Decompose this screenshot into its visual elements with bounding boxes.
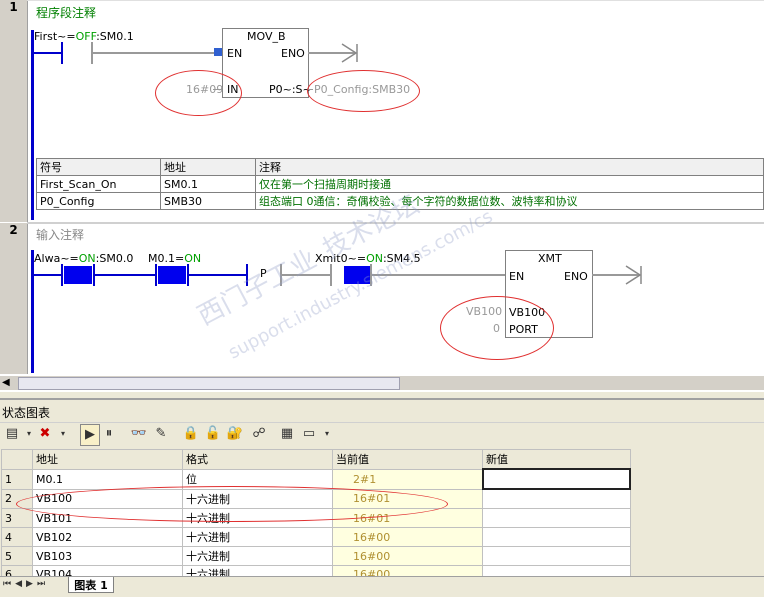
current-value-cell: 16#00	[332, 527, 483, 547]
wire-n1-b	[93, 52, 215, 54]
sheet-tab-bar	[0, 576, 764, 597]
trend-view-icon[interactable]: ▦	[278, 424, 296, 444]
ladder-hscrollbar[interactable]: ◀	[0, 376, 764, 390]
contact-m01-left[interactable]	[155, 264, 157, 286]
scroll-left-icon[interactable]: ◀	[2, 377, 10, 388]
chart-status-icon[interactable]: ▶	[80, 424, 100, 446]
network-2-number-label: 2	[9, 223, 18, 237]
power-rail-2	[31, 250, 34, 373]
header-address[interactable]: 地址	[32, 449, 183, 470]
xmt-title: XMT	[538, 252, 562, 265]
contact-always-on-left[interactable]	[61, 264, 63, 286]
contact-m01[interactable]	[158, 266, 186, 284]
row-number[interactable]: 5	[1, 546, 33, 566]
current-value-cell: 16#00	[332, 546, 483, 566]
row-number[interactable]: 3	[1, 508, 33, 528]
highlight-oval-xmt	[440, 296, 554, 360]
contact-first-scan-label: First~=OFF:SM0.1	[34, 30, 134, 43]
wire-n1-a	[33, 52, 61, 54]
symbol-table-header: 符号 地址 注释	[36, 158, 764, 176]
contact-always-on[interactable]	[64, 266, 92, 284]
highlight-oval-vb	[16, 486, 448, 522]
write-pencil-icon[interactable]: ✎	[152, 424, 170, 444]
symbol-header-comment: 注释	[255, 158, 764, 176]
network-number-2[interactable]: 2	[0, 223, 28, 374]
mov-b-title: MOV_B	[247, 30, 286, 43]
symbol-header-symbol: 符号	[36, 158, 161, 176]
table-row[interactable]: 5 VB103 十六进制 16#00	[1, 546, 631, 566]
unforce-icon[interactable]: 🔓	[204, 424, 222, 444]
tooltip-dropdown-icon[interactable]: ▾	[318, 424, 336, 444]
mov-b-en: EN	[227, 47, 243, 60]
panel-splitter[interactable]	[0, 398, 764, 400]
eno-arrow-icon-1	[341, 43, 358, 63]
symbol-header-address: 地址	[160, 158, 256, 176]
table-row[interactable]: 4 VB102 十六进制 16#00	[1, 527, 631, 547]
highlight-oval-out	[307, 70, 420, 112]
comment-cell: 仅在第一个扫描周期时接通	[255, 175, 764, 193]
new-value-cell[interactable]	[481, 468, 631, 490]
wire-n2-b	[95, 274, 155, 276]
format-cell[interactable]: 十六进制	[182, 527, 333, 547]
network-1-title[interactable]: 程序段注释	[36, 4, 96, 21]
header-rownum	[1, 449, 33, 470]
pause-trend-icon[interactable]: ⏸	[100, 424, 118, 444]
new-value-cell[interactable]	[482, 546, 631, 566]
new-value-cell[interactable]	[482, 508, 631, 528]
row-number[interactable]: 1	[1, 468, 33, 490]
read-forced-icon[interactable]: ☍	[250, 424, 268, 444]
address-cell[interactable]: VB102	[32, 527, 183, 547]
eno-arrow-icon-2	[625, 265, 642, 285]
network-1-number-label: 1	[9, 0, 18, 14]
new-value-cell[interactable]	[482, 488, 631, 509]
wire-n2-a	[33, 274, 61, 276]
tab-nav-arrows-icon[interactable]: ⏮◀▶⏭	[3, 579, 49, 589]
network-2-title[interactable]: 输入注释	[36, 226, 84, 243]
status-table-header: 地址 格式 当前值 新值	[1, 449, 631, 470]
header-new-value[interactable]: 新值	[482, 449, 631, 470]
network-1-top-border	[27, 0, 764, 1]
header-current-value[interactable]: 当前值	[332, 449, 483, 470]
row-number[interactable]: 4	[1, 527, 33, 547]
network-number-1[interactable]: 1	[0, 0, 28, 222]
address-cell: SMB30	[160, 192, 256, 210]
address-cell[interactable]: VB103	[32, 546, 183, 566]
delete-icon[interactable]: ✖	[36, 424, 54, 444]
symbol-cell: First_Scan_On	[36, 175, 161, 193]
ladder-editor: 1 程序段注释 First~=OFF:SM0.1 MOV_B EN ENO IN…	[0, 0, 764, 390]
address-cell: SM0.1	[160, 175, 256, 193]
current-value-cell: 2#1	[332, 468, 483, 490]
mov-b-eno: ENO	[281, 47, 305, 60]
symbol-cell: P0_Config	[36, 192, 161, 210]
highlight-oval-in	[155, 70, 242, 116]
format-cell[interactable]: 十六进制	[182, 546, 333, 566]
read-icon[interactable]: 👓	[130, 424, 148, 444]
power-rail-1	[31, 30, 34, 220]
scroll-thumb[interactable]	[18, 377, 400, 390]
tab-chart-1[interactable]: 图表 1	[68, 577, 114, 593]
delete-dropdown-icon[interactable]: ▾	[54, 424, 72, 444]
xmt-eno: ENO	[564, 270, 588, 283]
xmt-en: EN	[509, 270, 525, 283]
address-cell[interactable]: M0.1	[32, 468, 183, 490]
unforce-all-icon[interactable]: 🔐	[226, 424, 244, 444]
table-row[interactable]: 1 M0.1 位 2#1	[1, 468, 631, 490]
comment-cell: 组态端口 0通信：奇偶校验、每个字符的数据位数、波特率和协议	[255, 192, 764, 210]
contact-first-scan-left[interactable]	[61, 42, 63, 64]
new-value-cell[interactable]	[482, 527, 631, 547]
header-format[interactable]: 格式	[182, 449, 333, 470]
status-chart-title: 状态图表	[2, 406, 51, 420]
force-lock-icon[interactable]: 🔒	[182, 424, 200, 444]
insert-icon[interactable]: ▤	[3, 424, 21, 444]
tooltip-icon[interactable]: ▭	[300, 424, 318, 444]
en-power-flow-marker	[214, 48, 222, 56]
contact-always-on-label: Alwa~=ON:SM0.0	[34, 252, 134, 265]
mov-b-out: P0~:S~	[269, 83, 312, 96]
